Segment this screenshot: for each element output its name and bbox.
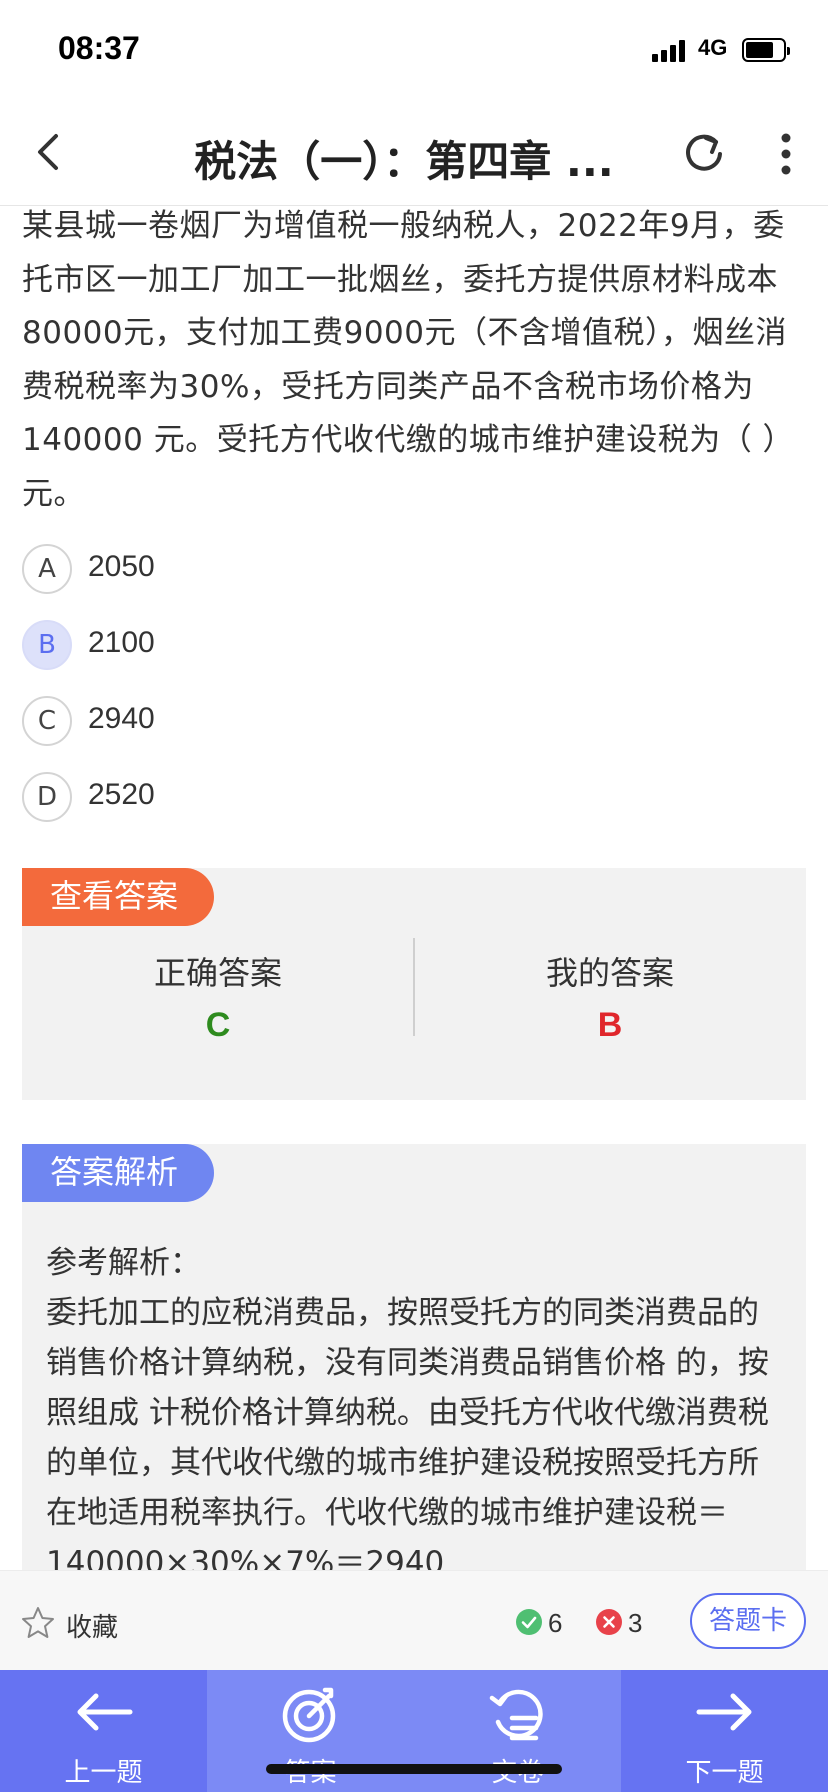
my-answer: 我的答案 B bbox=[414, 948, 806, 1045]
analysis-tag: 答案解析 bbox=[22, 1144, 214, 1202]
signal-icon bbox=[652, 38, 690, 62]
option-b[interactable]: B 2100 bbox=[22, 620, 802, 670]
nav-bar: 税法（一）：第四章 ... bbox=[0, 100, 828, 206]
answer-card: 查看答案 正确答案 C 我的答案 B bbox=[22, 868, 806, 1100]
option-letter: B bbox=[22, 620, 72, 670]
option-text: 2520 bbox=[88, 778, 155, 811]
page-title: 税法（一）：第四章 ... bbox=[194, 137, 614, 186]
option-letter: C bbox=[22, 696, 72, 746]
refresh-icon[interactable] bbox=[676, 126, 732, 182]
option-d[interactable]: D 2520 bbox=[22, 772, 802, 822]
my-answer-label: 我的答案 bbox=[545, 954, 674, 992]
correct-answer: 正确答案 C bbox=[22, 948, 414, 1045]
option-c[interactable]: C 2940 bbox=[22, 696, 802, 746]
option-letter: A bbox=[22, 544, 72, 594]
prev-question-button[interactable]: 上一题 bbox=[0, 1670, 207, 1792]
option-letter: D bbox=[22, 772, 72, 822]
star-icon bbox=[20, 1605, 56, 1641]
next-question-button[interactable]: 下一题 bbox=[621, 1670, 828, 1792]
arrow-right-icon bbox=[689, 1682, 761, 1746]
wrong-count-value: 3 bbox=[628, 1608, 643, 1638]
view-answer-tag[interactable]: 查看答案 bbox=[22, 868, 214, 926]
analysis-text: 参考解析： 委托加工的应税消费品，按照受托方的同类消费品的销售价格计算纳税，没有… bbox=[46, 1245, 769, 1570]
next-question-label: 下一题 bbox=[685, 1758, 764, 1788]
answer-sheet-button[interactable]: 答题卡 bbox=[690, 1593, 806, 1649]
status-time: 08:37 bbox=[58, 30, 140, 66]
cross-icon bbox=[596, 1609, 622, 1635]
check-icon bbox=[516, 1609, 542, 1635]
favorite-label: 收藏 bbox=[66, 1613, 119, 1643]
submit-paper-icon bbox=[482, 1682, 554, 1746]
question-content[interactable]: 某县城一卷烟厂为增值税一般纳税人，2022年9月，委托市区一加工厂加工一批烟丝，… bbox=[0, 206, 828, 1570]
correct-answer-value: C bbox=[205, 1006, 231, 1044]
correct-count-value: 6 bbox=[548, 1608, 563, 1638]
bottom-toolbar: 收藏 6 3 答题卡 bbox=[0, 1570, 828, 1670]
status-bar: 08:37 4G bbox=[0, 0, 828, 100]
option-a[interactable]: A 2050 bbox=[22, 544, 802, 594]
battery-icon bbox=[742, 38, 790, 62]
target-icon bbox=[275, 1682, 347, 1746]
option-text: 2050 bbox=[88, 550, 155, 583]
arrow-left-icon bbox=[68, 1682, 140, 1746]
home-indicator bbox=[266, 1764, 562, 1774]
prev-question-label: 上一题 bbox=[64, 1758, 143, 1788]
more-vertical-icon[interactable] bbox=[766, 126, 806, 182]
chevron-left-icon[interactable] bbox=[22, 124, 78, 180]
correct-answer-label: 正确答案 bbox=[153, 954, 282, 992]
question-text: 某县城一卷烟厂为增值税一般纳税人，2022年9月，委托市区一加工厂加工一批烟丝，… bbox=[22, 208, 795, 512]
network-type: 4G bbox=[698, 35, 728, 60]
my-answer-value: B bbox=[597, 1006, 623, 1044]
option-text: 2100 bbox=[88, 626, 155, 659]
option-text: 2940 bbox=[88, 702, 155, 735]
analysis-card: 答案解析 参考解析： 委托加工的应税消费品，按照受托方的同类消费品的销售价格计算… bbox=[22, 1144, 806, 1570]
